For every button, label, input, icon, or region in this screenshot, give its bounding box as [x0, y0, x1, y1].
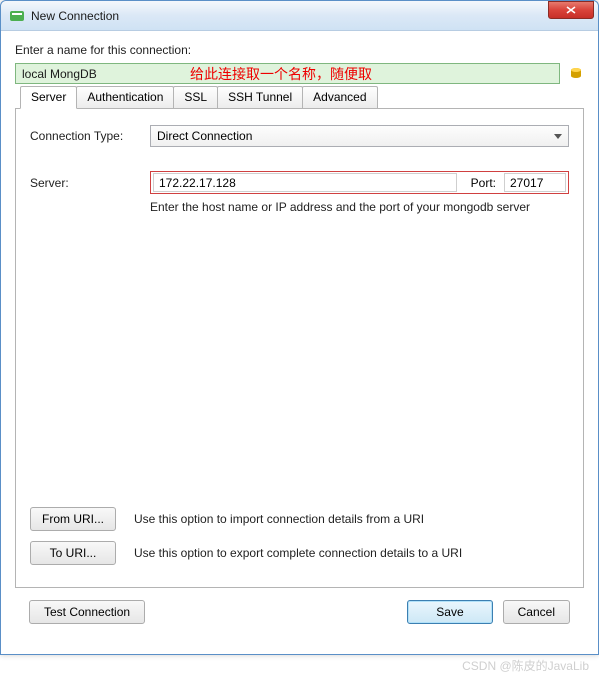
connection-name-label: Enter a name for this connection:: [15, 43, 584, 57]
tab-body: Connection Type: Direct Connection Serve…: [16, 109, 583, 587]
to-uri-row: To URI... Use this option to export comp…: [30, 541, 569, 565]
tab-ssl[interactable]: SSL: [173, 86, 218, 108]
server-form: Connection Type: Direct Connection Serve…: [30, 125, 569, 214]
server-label: Server:: [30, 176, 150, 190]
database-icon: [568, 66, 584, 82]
from-uri-hint: Use this option to import connection det…: [134, 512, 424, 526]
tab-ssh-tunnel[interactable]: SSH Tunnel: [217, 86, 303, 108]
form-spacer: [30, 214, 569, 503]
server-row: Server: Port:: [30, 171, 569, 194]
watermark: CSDN @陈皮的JavaLib: [0, 655, 599, 674]
connection-type-row: Connection Type: Direct Connection: [30, 125, 569, 147]
cancel-button[interactable]: Cancel: [503, 600, 570, 624]
server-highlight-box: Port:: [150, 171, 569, 194]
server-input[interactable]: [153, 173, 457, 192]
tab-advanced[interactable]: Advanced: [302, 86, 377, 108]
to-uri-hint: Use this option to export complete conne…: [134, 546, 462, 560]
dialog-window: New Connection Enter a name for this con…: [0, 0, 599, 655]
uri-section: From URI... Use this option to import co…: [30, 503, 569, 575]
connection-type-select[interactable]: Direct Connection: [150, 125, 569, 147]
titlebar[interactable]: New Connection: [1, 1, 598, 31]
connection-type-value: Direct Connection: [157, 129, 252, 143]
dialog-footer: Test Connection Save Cancel: [15, 588, 584, 636]
port-label: Port:: [457, 176, 504, 190]
app-icon: [9, 8, 25, 24]
connection-name-row: 给此连接取一个名称，随便取: [15, 63, 584, 84]
close-button[interactable]: [548, 1, 594, 19]
save-button[interactable]: Save: [407, 600, 492, 624]
from-uri-button[interactable]: From URI...: [30, 507, 116, 531]
to-uri-button[interactable]: To URI...: [30, 541, 116, 565]
window-title: New Connection: [31, 9, 548, 23]
port-input[interactable]: [504, 173, 566, 192]
connection-name-input[interactable]: [15, 63, 560, 84]
test-connection-button[interactable]: Test Connection: [29, 600, 145, 624]
server-hint: Enter the host name or IP address and th…: [150, 200, 569, 214]
tab-strip: Server Authentication SSL SSH Tunnel Adv…: [20, 86, 377, 108]
tab-server[interactable]: Server: [20, 86, 77, 109]
connection-type-label: Connection Type:: [30, 129, 150, 143]
tab-authentication[interactable]: Authentication: [76, 86, 174, 108]
from-uri-row: From URI... Use this option to import co…: [30, 507, 569, 531]
dialog-content: Enter a name for this connection: 给此连接取一…: [1, 31, 598, 646]
tab-container: Server Authentication SSL SSH Tunnel Adv…: [15, 108, 584, 588]
